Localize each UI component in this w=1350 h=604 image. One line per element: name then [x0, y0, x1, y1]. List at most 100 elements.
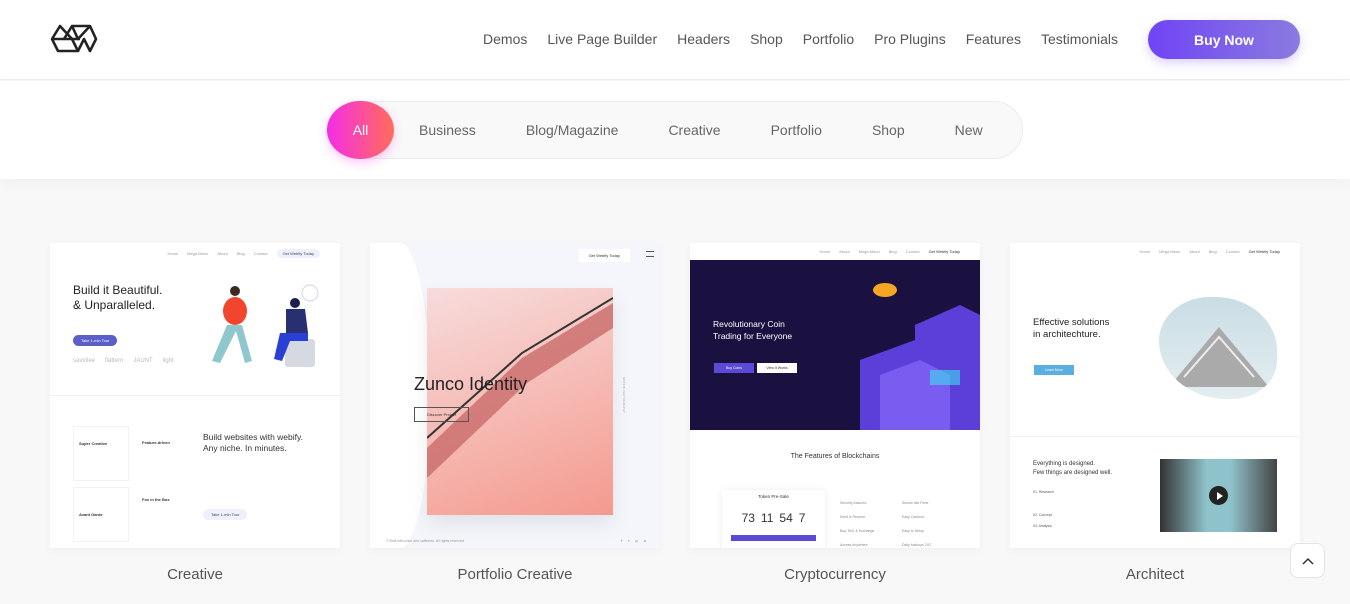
filter-creative[interactable]: Creative	[643, 122, 745, 138]
buy-now-button[interactable]: Buy Now	[1148, 20, 1300, 59]
feature-item: Daily backups 24/7	[902, 543, 932, 547]
thumb-nav-item: Home	[167, 251, 179, 256]
feature-title: Fox in the Box	[142, 497, 170, 502]
feature-item: Easy Cashout	[902, 515, 924, 519]
filter-portfolio[interactable]: Portfolio	[746, 122, 847, 138]
menu-icon	[646, 251, 654, 257]
feature-item: Secure like Forte	[902, 501, 929, 505]
thumb-cta: Get Webify Today	[928, 249, 960, 254]
thumb-button-2: View It Works	[757, 363, 797, 373]
demo-label-creative[interactable]: Creative	[50, 566, 340, 583]
thumb-nav-item: Contact	[905, 249, 920, 254]
countdown: 73 11 54 7	[722, 511, 825, 525]
presale-box: Token Pre-Sale 73 11 54 7	[722, 490, 825, 548]
demo-label-architect[interactable]: Architect	[1010, 566, 1300, 583]
demo-card-cryptocurrency[interactable]: Home About Mega Menu Blog Contact Get Webify …	[690, 243, 980, 548]
countdown-minutes: 54	[779, 511, 793, 525]
title-line: in architechture.	[1033, 329, 1101, 340]
thumb-button: Buy Coins	[714, 363, 754, 373]
accordion-list: 01. Research 02. Concept 03. Analysis	[1033, 487, 1133, 532]
scroll-to-top-button[interactable]	[1290, 543, 1325, 578]
thumb-button: Learn More	[1034, 365, 1074, 375]
demo-label-cryptocurrency[interactable]: Cryptocurrency	[690, 566, 980, 583]
thumb-footer: © Built with pride and caffeines. All ri…	[386, 539, 464, 543]
thumb-nav: Home Mega Menu About Blog Contact Get Webify …	[167, 249, 320, 258]
divider	[50, 395, 340, 396]
title-line: & Unparalleled.	[73, 298, 156, 312]
title-line: Build it Beautiful.	[73, 283, 163, 297]
brand: JAUNT	[133, 358, 153, 364]
thumb-nav-item: Blog	[236, 251, 245, 256]
thumb-hero-title: Effective solutions in architechture.	[1033, 317, 1109, 341]
demo-label-portfolio-creative[interactable]: Portfolio Creative	[370, 566, 660, 583]
nav-pro-plugins[interactable]: Pro Plugins	[874, 31, 946, 47]
chevron-up-icon	[1301, 557, 1314, 565]
nav-demos[interactable]: Demos	[483, 31, 527, 47]
countdown-hours: 11	[760, 511, 774, 525]
site-header: Demos Live Page Builder Headers Shop Por…	[0, 0, 1350, 80]
brand: light	[162, 358, 174, 364]
nav-live-page-builder[interactable]: Live Page Builder	[547, 31, 657, 47]
play-icon	[1209, 486, 1228, 505]
thumb-nav-item: About	[1189, 249, 1200, 254]
thumb-cta: Get Webify Today	[1248, 249, 1280, 254]
thumb-nav-item: Mega Menu	[858, 249, 880, 254]
logo[interactable]	[50, 24, 98, 54]
thumb-section-heading: The Features of Blockchains	[790, 453, 880, 460]
filter-bar: All Business Blog/Magazine Creative Port…	[0, 81, 1350, 179]
side-label: MOTION PHOTOGRAPHY	[622, 376, 627, 414]
feature-item: Send & Receive	[840, 515, 866, 519]
main-nav: Demos Live Page Builder Headers Shop Por…	[483, 31, 1118, 47]
demo-card-portfolio-creative[interactable]: Get Webify Today Zunco Identity Discover…	[370, 243, 660, 548]
heading-line: Few things are designed well.	[1033, 470, 1113, 476]
filter-blog-magazine[interactable]: Blog/Magazine	[501, 122, 644, 138]
feature-box: Avant Garde	[73, 487, 129, 542]
thumb-button-2: Take 1-min Tour	[203, 509, 248, 520]
feature-box: Super Creative	[73, 426, 129, 481]
filter-new[interactable]: New	[930, 122, 1008, 138]
demo-card-creative[interactable]: Home Mega Menu About Blog Contact Get Webify …	[50, 243, 340, 548]
filter-business[interactable]: Business	[394, 122, 501, 138]
thumb-nav-item: Home	[819, 249, 831, 254]
countdown-days: 73	[741, 511, 755, 525]
nav-testimonials[interactable]: Testimonials	[1041, 31, 1118, 47]
feature-title: Super Creative	[79, 441, 108, 446]
thumb-nav-item: Mega Menu	[187, 251, 209, 256]
demo-card-architect[interactable]: Home Mega Menu About Blog Contact Get Webify …	[1010, 243, 1300, 548]
presale-button	[731, 535, 816, 541]
nav-features[interactable]: Features	[966, 31, 1021, 47]
thumb-section-heading: Build websites with webify. Any niche. In…	[203, 432, 303, 454]
thumb-features: Super Creative Feature-driven Avant Gard…	[73, 426, 193, 542]
thumb-title: Zunco Identity	[414, 374, 528, 394]
thumb-nav-item: Home	[1139, 249, 1151, 254]
heading-line: Everything is designed.	[1033, 461, 1096, 467]
isometric-illustration	[860, 283, 980, 430]
feature-title: Avant Garde	[79, 512, 103, 517]
thumb-nav-item: About	[839, 249, 850, 254]
filter-pills: All Business Blog/Magazine Creative Port…	[327, 101, 1023, 159]
instagram-icon: o	[643, 538, 646, 543]
filter-shop[interactable]: Shop	[847, 122, 930, 138]
feature-box: Feature-driven	[137, 426, 193, 481]
thumb-hero-title: Build it Beautiful. & Unparalleled.	[73, 283, 162, 313]
brand: flattern	[105, 358, 124, 364]
twitter-icon: t	[628, 538, 630, 543]
nav-headers[interactable]: Headers	[677, 31, 730, 47]
decor	[370, 243, 430, 548]
social-icons: ftpo	[621, 538, 646, 543]
filter-all[interactable]: All	[327, 101, 394, 159]
presale-title: Token Pre-Sale	[758, 494, 789, 499]
title-line: Trading for Everyone	[713, 331, 793, 341]
accordion-item: 03. Analysis	[1033, 524, 1052, 528]
heading-line: Any niche. In minutes.	[203, 443, 287, 453]
thumb-section-heading: Everything is designed. Few things are de…	[1033, 460, 1112, 478]
brand: saviolee	[73, 358, 96, 364]
nav-portfolio[interactable]: Portfolio	[803, 31, 854, 47]
heading-line: Build websites with webify.	[203, 432, 303, 442]
facebook-icon: f	[621, 538, 623, 543]
title-line: Effective solutions	[1033, 317, 1110, 328]
feature-item: Easy to Setup	[902, 529, 924, 533]
nav-shop[interactable]: Shop	[750, 31, 783, 47]
accordion-item: 01. Research	[1033, 490, 1054, 494]
thumb-nav-item: Blog	[1208, 249, 1217, 254]
